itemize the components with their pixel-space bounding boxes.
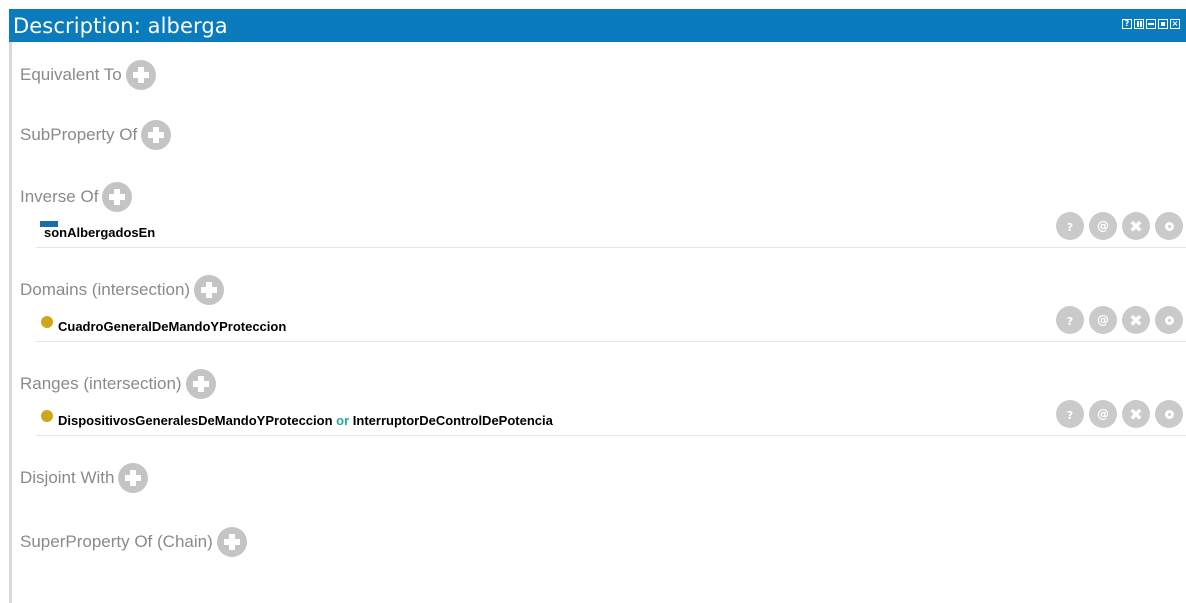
close-icon[interactable]: × — [1170, 19, 1180, 29]
add-subproperty-button[interactable] — [141, 120, 172, 150]
maximize-icon[interactable] — [1158, 19, 1168, 29]
explain-button[interactable]: ? — [1056, 400, 1084, 428]
range-expression[interactable]: DispositivosGeneralesDeMandoYProteccion … — [58, 413, 553, 428]
minimize-icon[interactable] — [1146, 19, 1156, 29]
inverse-row[interactable]: sonAlbergadosEn ? @ ✖ — [36, 212, 1186, 248]
delete-button[interactable]: ✖ — [1122, 306, 1150, 334]
section-disjoint-with: Disjoint With — [20, 463, 149, 493]
add-inverse-button[interactable] — [102, 182, 133, 212]
annotate-button[interactable]: @ — [1089, 212, 1117, 240]
class-icon — [41, 410, 53, 422]
section-title: Inverse Of — [20, 187, 99, 206]
class-icon — [41, 316, 53, 328]
domain-row[interactable]: CuadroGeneralDeMandoYProteccion ? @ ✖ — [36, 306, 1186, 342]
explain-button[interactable]: ? — [1056, 306, 1084, 334]
split-icon[interactable] — [1134, 19, 1144, 29]
help-icon[interactable]: ? — [1122, 19, 1132, 29]
delete-button[interactable]: ✖ — [1122, 400, 1150, 428]
range-class-label: InterruptorDeControlDePotencia — [352, 413, 553, 428]
section-title: SubProperty Of — [20, 125, 138, 144]
section-title: Domains (intersection) — [20, 280, 191, 299]
edit-button[interactable] — [1155, 212, 1183, 240]
view-title-bar: Description: alberga ? × — [9, 9, 1186, 42]
explain-button[interactable]: ? — [1056, 212, 1084, 240]
edit-button[interactable] — [1155, 306, 1183, 334]
section-superproperty-chain: SuperProperty Of (Chain) — [20, 527, 247, 557]
domain-class-label[interactable]: CuadroGeneralDeMandoYProteccion — [58, 319, 286, 334]
section-ranges: Ranges (intersection) — [20, 369, 216, 399]
section-domains: Domains (intersection) — [20, 275, 225, 305]
range-class-label: DispositivosGeneralesDeMandoYProteccion — [58, 413, 333, 428]
row-actions: ? @ ✖ — [1056, 212, 1183, 240]
row-actions: ? @ ✖ — [1056, 400, 1183, 428]
description-panel: Equivalent To SubProperty Of Inverse Of … — [9, 42, 1186, 603]
annotate-button[interactable]: @ — [1089, 306, 1117, 334]
view-title: Description: alberga — [13, 13, 228, 38]
section-title: Disjoint With — [20, 468, 115, 487]
section-title: Ranges (intersection) — [20, 374, 182, 393]
section-equivalent-to: Equivalent To — [20, 60, 156, 90]
add-domain-button[interactable] — [194, 275, 225, 305]
section-title: SuperProperty Of (Chain) — [20, 532, 213, 551]
section-subproperty-of: SubProperty Of — [20, 120, 172, 150]
section-title: Equivalent To — [20, 65, 122, 84]
add-property-chain-button[interactable] — [216, 527, 247, 557]
add-equivalent-button[interactable] — [125, 60, 156, 90]
range-row[interactable]: DispositivosGeneralesDeMandoYProteccion … — [36, 400, 1186, 436]
inverse-property-label[interactable]: sonAlbergadosEn — [44, 225, 155, 240]
window-controls: ? × — [1122, 19, 1180, 29]
window-top-margin — [0, 0, 1186, 9]
edit-button[interactable] — [1155, 400, 1183, 428]
row-actions: ? @ ✖ — [1056, 306, 1183, 334]
annotate-button[interactable]: @ — [1089, 400, 1117, 428]
or-keyword: or — [336, 413, 350, 428]
add-range-button[interactable] — [185, 369, 216, 399]
section-inverse-of: Inverse Of — [20, 182, 133, 212]
delete-button[interactable]: ✖ — [1122, 212, 1150, 240]
add-disjoint-button[interactable] — [118, 463, 149, 493]
